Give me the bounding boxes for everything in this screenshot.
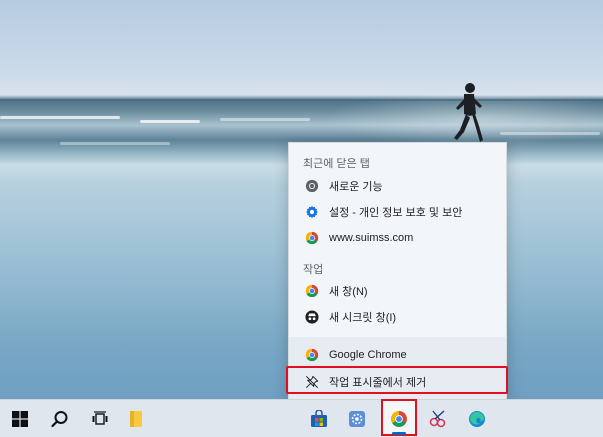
wave <box>140 120 200 123</box>
recent-item-whats-new[interactable]: 새로운 기능 <box>289 173 506 199</box>
settings-gear-icon <box>304 204 320 220</box>
recent-item-privacy-settings[interactable]: 설정 - 개인 정보 보호 및 보안 <box>289 199 506 225</box>
file-explorer-icon[interactable] <box>126 400 146 437</box>
recent-item-suimss[interactable]: www.suimss.com <box>289 225 506 251</box>
windows-start-icon[interactable] <box>6 400 34 437</box>
snipping-tool-icon[interactable] <box>425 400 453 437</box>
open-google-chrome[interactable]: Google Chrome <box>289 342 506 368</box>
recent-tabs-header: 최근에 닫은 탭 <box>303 158 370 170</box>
search-icon[interactable] <box>46 400 74 437</box>
chrome-icon <box>304 283 320 299</box>
tasks-header: 작업 <box>303 264 324 276</box>
settings-app-icon[interactable] <box>343 400 371 437</box>
chrome-gray-icon <box>304 178 320 194</box>
horizon-line <box>0 99 603 101</box>
recent-item-label: www.suimss.com <box>329 232 414 244</box>
wave <box>60 142 170 145</box>
task-new-window[interactable]: 새 창(N) <box>289 278 506 304</box>
microsoft-store-icon[interactable] <box>305 400 333 437</box>
chrome-jump-list: 최근에 닫은 탭 새로운 기능 설정 - 개인 정보 보호 및 보안 www.s… <box>288 142 507 400</box>
chrome-icon <box>304 347 320 363</box>
task-item-label: 새 창(N) <box>329 286 368 298</box>
chrome-taskbar-button[interactable] <box>381 399 417 436</box>
taskbar <box>0 399 603 437</box>
task-new-incognito-window[interactable]: 새 시크릿 창(I) <box>289 304 506 330</box>
running-indicator <box>392 432 406 435</box>
task-item-label: 새 시크릿 창(I) <box>329 312 397 324</box>
chrome-icon <box>390 410 408 428</box>
app-item-label: Google Chrome <box>329 349 407 361</box>
unpin-highlight-box <box>286 366 508 394</box>
edge-icon[interactable] <box>463 400 491 437</box>
recent-item-label: 설정 - 개인 정보 보호 및 보안 <box>329 207 463 219</box>
chrome-icon <box>304 230 320 246</box>
wave <box>220 118 310 121</box>
recent-item-label: 새로운 기능 <box>329 181 383 193</box>
task-view-icon[interactable] <box>86 400 114 437</box>
wave <box>0 116 120 119</box>
incognito-icon <box>304 309 320 325</box>
runner-silhouette <box>446 80 486 150</box>
wave <box>500 132 600 135</box>
